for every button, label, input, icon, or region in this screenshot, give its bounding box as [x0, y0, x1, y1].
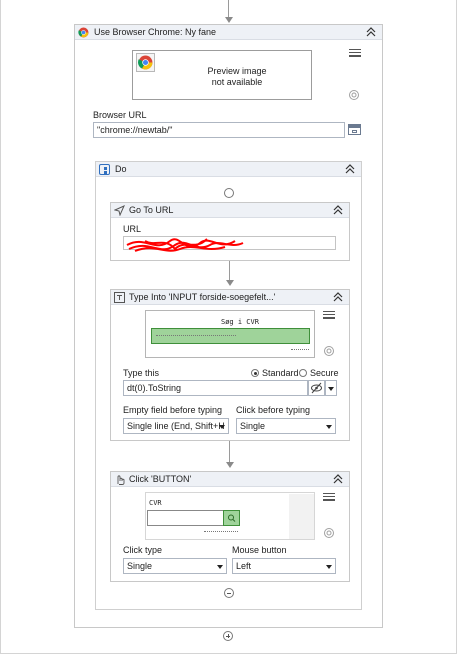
type-this-label: Type this	[123, 368, 160, 378]
target-settings-icon[interactable]	[323, 345, 335, 357]
collapse-chevrons-icon[interactable]	[345, 163, 355, 175]
radio-secure[interactable]	[299, 369, 307, 377]
preview-line-1: Preview image	[207, 66, 267, 76]
mouse-button-label: Mouse button	[232, 545, 287, 555]
go-to-url-header[interactable]: Go To URL	[111, 203, 349, 218]
connector-line-2	[229, 441, 230, 463]
click-before-select[interactable]: Single	[236, 418, 336, 434]
type-into-title: Type Into 'INPUT forside-soegefelt...'	[129, 292, 276, 302]
hamburger-menu-icon[interactable]	[349, 47, 361, 59]
click-button-header[interactable]: Click 'BUTTON'	[111, 472, 349, 487]
collapse-chevrons-icon[interactable]	[366, 26, 376, 38]
browser-preview-image: Preview image not available	[132, 50, 312, 100]
connector-line-1	[229, 261, 230, 281]
empty-field-select[interactable]: Single line (End, Shift+H	[123, 418, 229, 434]
click-button-preview-image: CVR	[145, 492, 315, 540]
browse-icon[interactable]	[348, 124, 361, 135]
empty-field-value: Single line (End, Shift+H	[127, 421, 225, 431]
click-type-select[interactable]: Single	[123, 558, 227, 574]
chrome-icon	[78, 27, 89, 38]
radio-standard[interactable]	[251, 369, 259, 377]
sequence-icon	[99, 164, 110, 175]
collapse-chevrons-icon[interactable]	[333, 204, 343, 216]
drop-target-circle-icon[interactable]	[224, 188, 234, 198]
collapse-chevrons-icon[interactable]	[333, 473, 343, 485]
click-hand-icon	[114, 474, 125, 485]
eye-hidden-icon[interactable]	[308, 380, 325, 396]
connector-line-top	[228, 0, 229, 17]
click-type-label: Click type	[123, 545, 163, 555]
redaction-scribble	[125, 231, 245, 259]
click-preview-heading: CVR	[149, 499, 162, 507]
connector-arrow-2	[225, 462, 234, 468]
use-browser-activity[interactable]: Use Browser Chrome: Ny fane Preview imag…	[74, 24, 383, 628]
mouse-button-select[interactable]: Left	[232, 558, 336, 574]
preview-input-box	[147, 510, 223, 526]
preview-search-button	[223, 510, 240, 526]
click-type-value: Single	[127, 561, 153, 571]
empty-field-label: Empty field before typing	[123, 405, 223, 415]
preview-line-2: not available	[211, 77, 263, 87]
collapse-circle-icon[interactable]	[224, 588, 234, 598]
target-settings-icon[interactable]	[348, 89, 360, 101]
type-this-dropdown[interactable]	[325, 380, 337, 396]
type-into-preview-heading: Søg i CVR	[221, 318, 259, 326]
mouse-button-value: Left	[236, 561, 252, 571]
type-into-header[interactable]: Type Into 'INPUT forside-soegefelt...'	[111, 290, 349, 305]
click-before-value: Single	[240, 421, 266, 431]
do-header[interactable]: Do	[96, 162, 361, 177]
hamburger-menu-icon[interactable]	[323, 309, 335, 321]
hamburger-menu-icon[interactable]	[323, 491, 335, 503]
target-settings-icon[interactable]	[323, 527, 335, 539]
go-to-url-title: Go To URL	[129, 205, 174, 215]
connector-arrow-top	[224, 17, 233, 23]
connector-arrow-1	[225, 280, 234, 286]
type-into-icon	[114, 292, 125, 303]
do-title: Do	[115, 164, 127, 174]
click-button-title: Click 'BUTTON'	[129, 474, 192, 484]
use-browser-title: Use Browser Chrome: Ny fane	[94, 27, 217, 37]
browser-url-label: Browser URL	[93, 110, 147, 120]
add-activity-icon[interactable]	[223, 631, 233, 641]
preview-unavailable-text: Preview image not available	[163, 66, 311, 88]
radio-secure-label: Secure	[310, 368, 339, 378]
radio-standard-label: Standard	[262, 368, 299, 378]
preview-highlight-box	[151, 328, 310, 344]
browser-url-field[interactable]: "chrome://newtab/"	[93, 122, 345, 138]
do-sequence[interactable]: Do Go To URL URL Type Into 'INPUT forsid…	[95, 161, 362, 610]
use-browser-header[interactable]: Use Browser Chrome: Ny fane	[75, 25, 382, 40]
go-to-url-activity[interactable]: Go To URL URL	[110, 202, 350, 261]
preview-footer-text	[291, 349, 309, 350]
type-this-field[interactable]: dt(0).ToString	[123, 380, 308, 396]
navigate-arrow-icon	[113, 205, 125, 217]
chrome-icon	[136, 53, 155, 72]
preview-input-line	[156, 335, 236, 336]
type-into-activity[interactable]: Type Into 'INPUT forside-soegefelt...' S…	[110, 289, 350, 441]
collapse-chevrons-icon[interactable]	[333, 291, 343, 303]
preview-footer-text	[204, 531, 238, 532]
click-before-label: Click before typing	[236, 405, 311, 415]
preview-scrollbar	[289, 494, 314, 539]
type-into-preview-image: Søg i CVR	[145, 310, 315, 358]
click-button-activity[interactable]: Click 'BUTTON' CVR Click type Mouse butt…	[110, 471, 350, 582]
